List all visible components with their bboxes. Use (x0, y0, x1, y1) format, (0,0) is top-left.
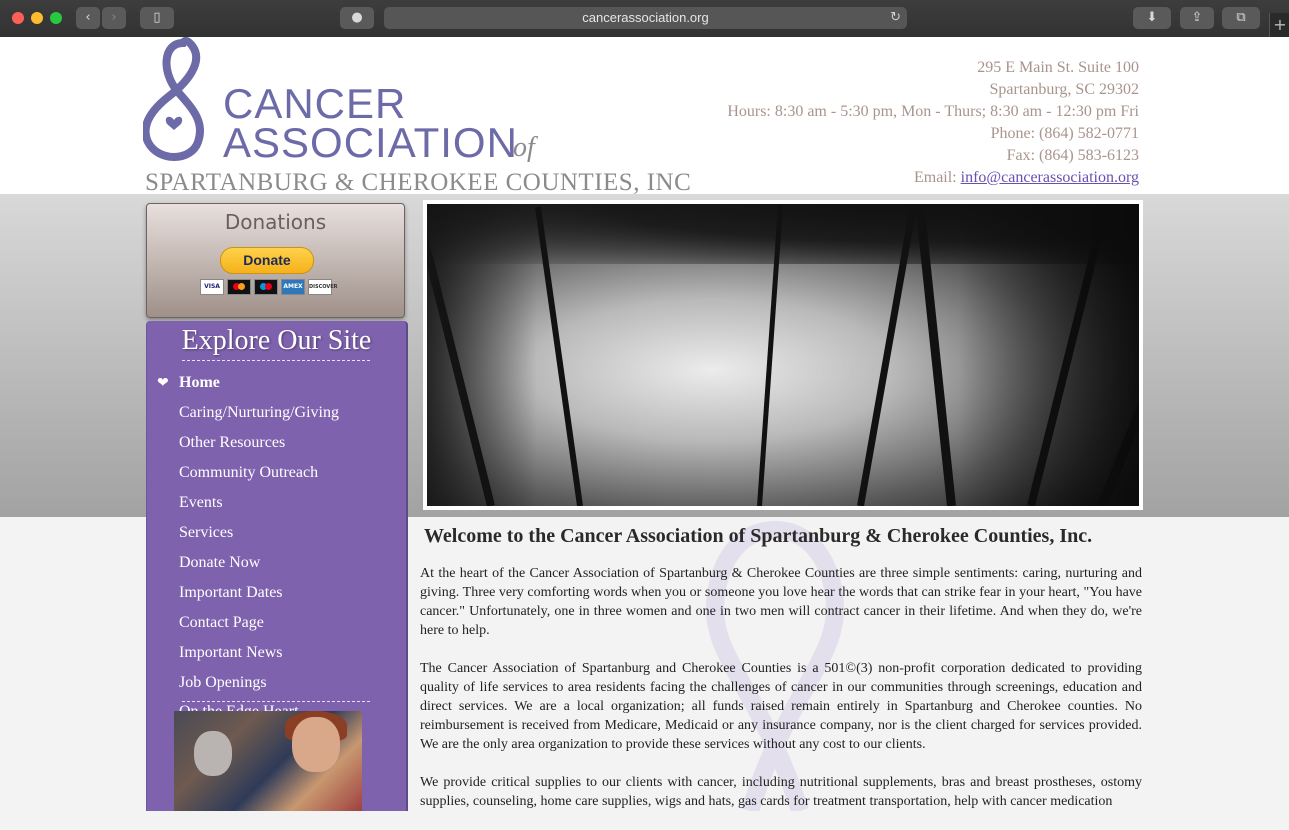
new-tab-button[interactable]: + (1269, 13, 1289, 37)
email-link[interactable]: info@cancerassociation.org (961, 169, 1139, 186)
nav-item-label: Important Dates (179, 584, 283, 601)
address-line-1: 295 E Main St. Suite 100 (977, 59, 1139, 76)
nav-item-services[interactable]: Services (147, 523, 406, 553)
nav-item-label: Job Openings (179, 674, 267, 691)
tabs-overview-button[interactable]: ⧉ (1222, 7, 1260, 29)
url-text: cancerassociation.org (582, 10, 709, 25)
ribbon-heart-icon (143, 37, 204, 161)
intro-paragraph: At the heart of the Cancer Association o… (420, 566, 1142, 638)
hero-image-trees (427, 204, 1139, 506)
nav-item-label: Important News (179, 644, 283, 661)
about-paragraph: The Cancer Association of Spartanburg an… (420, 661, 1142, 752)
nav-item-contact-page[interactable]: Contact Page (147, 613, 406, 643)
close-window-button[interactable] (12, 12, 24, 24)
maestro-card-icon (254, 279, 278, 295)
nav-item-community-outreach[interactable]: Community Outreach (147, 463, 406, 493)
amex-card-icon: AMEX (281, 279, 305, 295)
nav-item-label: Donate Now (179, 554, 261, 571)
nav-item-label: Services (179, 524, 234, 541)
nav-item-caring[interactable]: Caring/Nurturing/Giving (147, 403, 406, 433)
chevron-left-icon: ‹ (85, 10, 91, 25)
sidebar-toggle-button[interactable]: ▯ (140, 7, 174, 29)
canopy-shade (959, 204, 1139, 506)
nav-item-job-openings[interactable]: Job Openings (147, 673, 406, 703)
donations-box: Donations Donate VISA AMEX DISCOVER (146, 203, 405, 318)
zoom-window-button[interactable] (50, 12, 62, 24)
address-bar[interactable]: cancerassociation.org ↻ (384, 7, 907, 29)
site-logo[interactable]: CANCER ASSOCIATION of SPARTANBURG & CHER… (143, 37, 703, 196)
grammarly-icon: ● (351, 10, 363, 25)
download-icon: ⬇ (1146, 10, 1158, 25)
canopy-shade (427, 204, 537, 506)
photo-detail (194, 731, 232, 776)
nav-item-other-resources[interactable]: Other Resources (147, 433, 406, 463)
nav-list: ❤ Home Caring/Nurturing/Giving Other Reso… (147, 373, 406, 703)
reload-icon[interactable]: ↻ (890, 7, 901, 29)
browser-toolbar: ‹ › ▯ ● cancerassociation.org ↻ ⬇ ⇪ ⧉ + (0, 0, 1289, 38)
nav-item-label: Other Resources (179, 434, 286, 451)
chevron-right-icon: › (111, 10, 117, 25)
nav-item-label: Contact Page (179, 614, 264, 631)
main-content: Welcome to the Cancer Association of Spa… (420, 525, 1142, 830)
logo-line-association: ASSOCIATION (223, 119, 518, 166)
visa-card-icon: VISA (200, 279, 224, 295)
nav-item-events[interactable]: Events (147, 493, 406, 523)
services-paragraph: We provide critical supplies to our clie… (420, 775, 1142, 809)
email-label: Email: (913, 169, 961, 186)
email-line: Email: info@cancerassociation.org (727, 167, 1139, 189)
page-title: Welcome to the Cancer Association of Spa… (424, 525, 1093, 547)
featured-photo[interactable] (174, 711, 362, 811)
logo-line-counties: SPARTANBURG & CHEROKEE COUNTIES, INC (145, 169, 692, 196)
nav-title: Explore Our Site (181, 325, 372, 356)
paypal-donate-button[interactable]: Donate (220, 247, 314, 274)
discover-card-icon: DISCOVER (308, 279, 338, 295)
nav-item-label: Caring/Nurturing/Giving (179, 404, 339, 421)
nav-item-important-dates[interactable]: Important Dates (147, 583, 406, 613)
donations-title: Donations (224, 210, 327, 234)
tabs-icon: ⧉ (1236, 10, 1246, 25)
nav-divider-top (182, 360, 370, 361)
heart-icon: ❤ (157, 375, 169, 391)
address-line-2: Spartanburg, SC 29302 (989, 81, 1139, 98)
nav-item-donate-now[interactable]: Donate Now (147, 553, 406, 583)
office-hours: Hours: 8:30 am - 5:30 pm, Mon - Thurs; 8… (727, 103, 1139, 120)
fax-number: Fax: (864) 583-6123 (1006, 147, 1139, 164)
nav-item-label: Events (179, 494, 223, 511)
photo-detail (292, 717, 340, 772)
share-button[interactable]: ⇪ (1180, 7, 1214, 29)
forward-button[interactable]: › (102, 7, 126, 29)
phone-number: Phone: (864) 582-0771 (990, 125, 1139, 142)
extension-button[interactable]: ● (340, 7, 374, 29)
site-header: CANCER ASSOCIATION of SPARTANBURG & CHER… (0, 37, 1289, 197)
nav-item-label: Home (179, 374, 220, 391)
nav-item-home[interactable]: ❤ Home (147, 373, 406, 403)
sidebar-icon: ▯ (153, 10, 161, 25)
logo-of: of (513, 132, 535, 163)
back-button[interactable]: ‹ (76, 7, 100, 29)
nav-divider-bottom (182, 701, 370, 702)
minimize-window-button[interactable] (31, 12, 43, 24)
contact-info: 295 E Main St. Suite 100 Spartanburg, SC… (727, 57, 1139, 189)
site-navigation: Explore Our Site ❤ Home Caring/Nurturing/… (146, 321, 408, 811)
hero-image-frame (423, 200, 1143, 510)
nav-item-important-news[interactable]: Important News (147, 643, 406, 673)
nav-item-label: Community Outreach (179, 464, 319, 481)
share-icon: ⇪ (1191, 10, 1203, 25)
plus-icon: + (1273, 15, 1287, 34)
payment-cards: VISA AMEX DISCOVER (200, 279, 338, 295)
downloads-button[interactable]: ⬇ (1133, 7, 1171, 29)
mastercard-icon (227, 279, 251, 295)
